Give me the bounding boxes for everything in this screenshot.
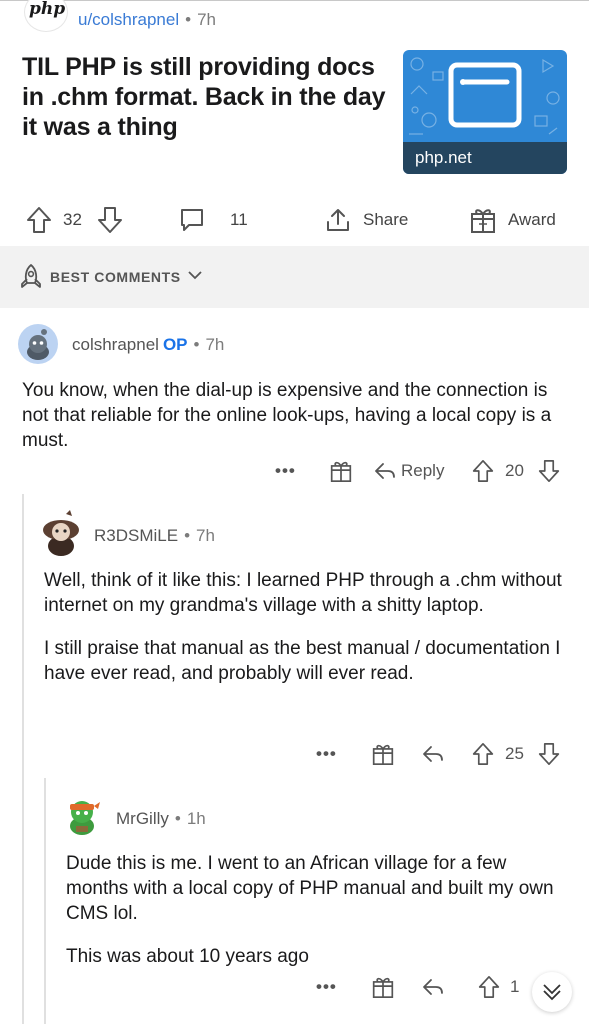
comment-actions: ••• 1	[0, 971, 589, 1003]
comment-author[interactable]: MrGilly	[116, 809, 169, 828]
op-badge: OP	[162, 335, 188, 354]
reply-arrow-icon	[375, 463, 395, 479]
user-avatar[interactable]	[58, 790, 106, 838]
comment-body: Dude this is me. I went to an African vi…	[66, 851, 571, 987]
user-avatar[interactable]	[18, 324, 58, 364]
upvote-button[interactable]	[472, 455, 494, 487]
comment-meta: MrGilly • 1h	[116, 809, 206, 829]
meta-separator: •	[184, 526, 191, 545]
downvote-icon	[538, 743, 560, 765]
meta-separator: •	[193, 335, 200, 354]
post-comments-button[interactable]: 11	[178, 200, 248, 240]
post-meta: u/colshrapnel • 7h	[78, 10, 216, 30]
comment-meta: colshrapnel OP • 7h	[72, 335, 224, 355]
comment-actions: ••• 25	[0, 738, 589, 770]
post-share-button[interactable]: Share	[324, 200, 408, 240]
award-button[interactable]	[330, 455, 352, 487]
upvote-icon	[472, 743, 494, 765]
award-button[interactable]	[372, 971, 394, 1003]
reply-button[interactable]: Reply	[374, 455, 444, 487]
post-upvote-count: 32	[63, 210, 82, 229]
post-time: 7h	[197, 10, 216, 29]
comment-paragraph: This was about 10 years ago	[66, 946, 309, 967]
comment-score: 1	[510, 977, 520, 996]
share-icon	[327, 209, 349, 231]
browser-window-icon	[448, 62, 522, 128]
upvote-icon	[27, 207, 51, 233]
snoo-avatar-icon	[70, 801, 100, 835]
post-award-button[interactable]: Award	[470, 200, 556, 240]
snoo-avatar-icon	[27, 329, 49, 360]
scroll-down-button[interactable]	[532, 972, 572, 1012]
reply-arrow-icon	[423, 746, 443, 762]
downvote-button[interactable]	[538, 738, 560, 770]
award-gift-icon	[372, 977, 394, 998]
reply-button[interactable]	[422, 738, 444, 770]
more-options-button[interactable]: •••	[316, 971, 337, 1003]
upvote-icon	[478, 976, 500, 998]
subreddit-avatar[interactable]: php	[24, 0, 68, 32]
upvote-button[interactable]	[472, 738, 494, 770]
reply-label: Reply	[401, 461, 445, 480]
user-avatar[interactable]	[36, 508, 86, 558]
comment-time: 7h	[205, 335, 225, 354]
comment-bubble-icon	[181, 209, 203, 231]
link-domain-bar: php.net	[403, 142, 567, 174]
comment-author[interactable]: R3DSMiLE	[94, 526, 178, 545]
award-label: Award	[508, 210, 556, 229]
upvote-icon	[472, 459, 494, 482]
downvote-button[interactable]	[538, 455, 560, 487]
comment-paragraph: You know, when the dial-up is expensive …	[22, 380, 552, 451]
award-button[interactable]	[372, 738, 394, 770]
double-chevron-down-icon	[543, 984, 561, 1001]
sort-label: BEST COMMENTS	[50, 269, 181, 285]
post-author-link[interactable]: u/colshrapnel	[78, 10, 179, 29]
meta-separator: •	[185, 10, 192, 29]
comment-paragraph: Well, think of it like this: I learned P…	[44, 570, 562, 616]
meta-separator: •	[174, 809, 181, 828]
award-gift-icon	[330, 461, 352, 482]
comment-time: 7h	[196, 526, 215, 545]
reply-button[interactable]	[422, 971, 444, 1003]
comment-score: 20	[505, 461, 524, 480]
comment-actions: ••• Reply 20	[0, 455, 589, 487]
downvote-icon	[98, 207, 122, 233]
link-thumbnail[interactable]: php.net	[403, 50, 567, 174]
comment-body: Well, think of it like this: I learned P…	[44, 568, 569, 704]
comment-sort-bar[interactable]: BEST COMMENTS	[0, 246, 589, 308]
post-title[interactable]: TIL PHP is still providing docs in .chm …	[22, 52, 392, 142]
comment-author[interactable]: colshrapnel	[72, 335, 159, 354]
post-header: php u/colshrapnel • 7h	[20, 0, 420, 34]
share-label: Share	[363, 210, 409, 229]
comment-meta: R3DSMiLE • 7h	[94, 526, 215, 546]
more-options-button[interactable]: •••	[275, 455, 296, 487]
more-options-button[interactable]: •••	[316, 738, 337, 770]
award-gift-icon	[372, 744, 394, 765]
post-score: 32	[63, 200, 82, 240]
comment-score: 25	[505, 744, 524, 763]
comment-paragraph: Dude this is me. I went to an African vi…	[66, 853, 554, 924]
downvote-icon	[538, 459, 560, 482]
award-gift-icon	[471, 209, 495, 233]
post-comment-count: 11	[230, 210, 248, 229]
chevron-down-icon	[188, 271, 202, 280]
comment-paragraph: I still praise that manual as the best m…	[44, 638, 561, 684]
link-domain: php.net	[415, 148, 472, 167]
upvote-button[interactable]	[478, 971, 500, 1003]
rocket-sort-icon	[21, 264, 41, 288]
comment-time: 1h	[186, 809, 206, 828]
subreddit-logo-text: php	[29, 0, 66, 19]
post-downvote-button[interactable]	[97, 200, 123, 240]
post-upvote-button[interactable]	[26, 200, 52, 240]
reply-arrow-icon	[423, 979, 443, 995]
post-actions: 32 11 Share Award	[0, 200, 589, 240]
snoo-avatar-icon	[43, 510, 79, 556]
